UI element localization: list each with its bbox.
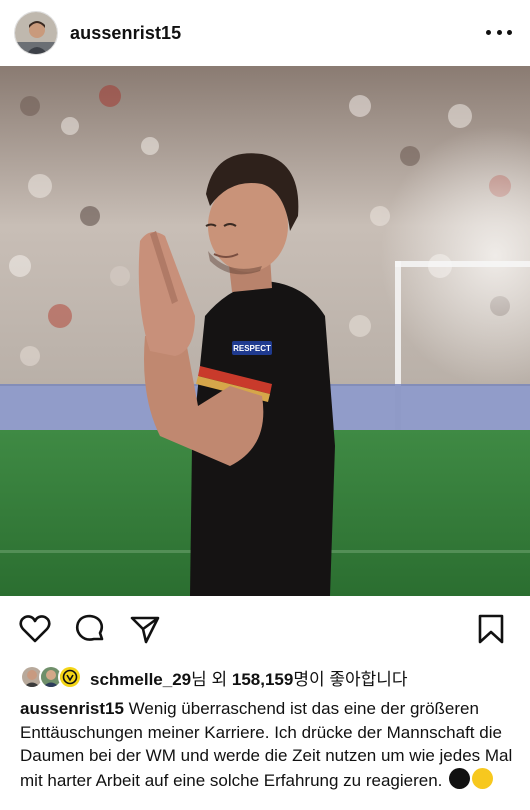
likes-count[interactable]: 158,159 [232,670,293,689]
bvb-logo-avatar [58,665,82,689]
likes-row: schmelle_29님 외 158,159명이 좋아합니다 [20,664,408,690]
caption-username[interactable]: aussenrist15 [20,699,124,718]
share-icon[interactable] [128,612,162,646]
bookmark-icon[interactable] [474,612,508,646]
post-photo[interactable]: RESPECT [0,66,530,596]
profile-avatar[interactable] [14,11,58,55]
post-caption: aussenrist15 Wenig überraschend ist das … [20,697,516,792]
likes-suffix-1: 님 외 [191,669,232,689]
comment-icon[interactable] [73,612,107,646]
liker-avatars[interactable] [20,665,84,689]
black-circle-emoji [449,767,471,789]
first-liker-username[interactable]: schmelle_29 [90,670,191,689]
likes-suffix-2: 명이 좋아합니다 [293,669,408,689]
post-username[interactable]: aussenrist15 [70,23,181,44]
likes-summary: schmelle_29님 외 158,159명이 좋아합니다 [90,665,408,690]
action-bar [0,596,530,662]
respect-badge: RESPECT [233,344,271,353]
heart-icon[interactable] [18,612,52,646]
more-horizontal-icon[interactable] [486,20,512,44]
post-header: aussenrist15 [0,0,530,66]
yellow-circle-emoji [472,767,494,789]
